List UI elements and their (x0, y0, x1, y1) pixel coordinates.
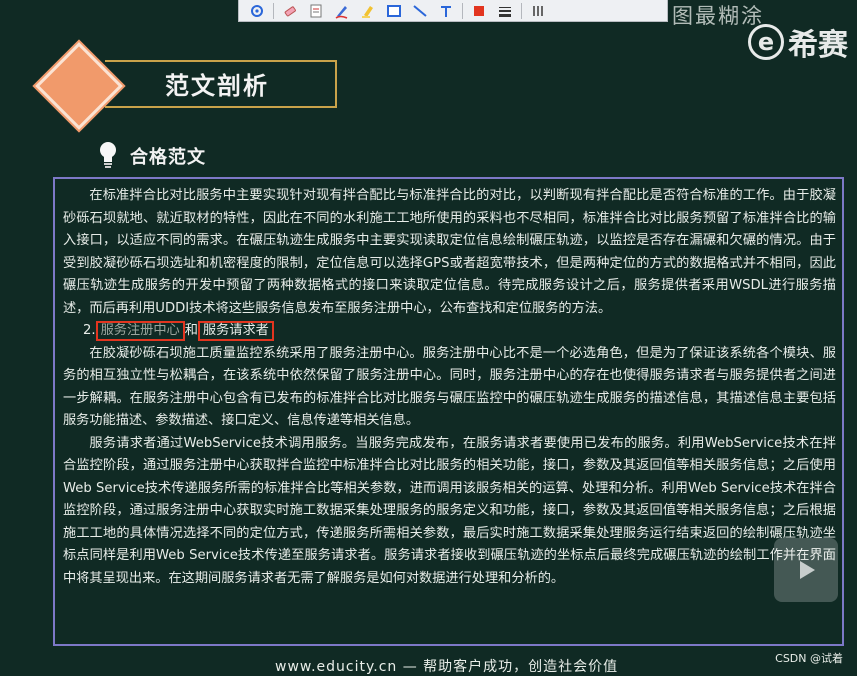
line-width-icon[interactable] (495, 2, 515, 20)
footer-slogan: www.educity.cn — 帮助客户成功，创造社会价值 (275, 659, 619, 675)
pointer-tool-icon[interactable] (247, 2, 267, 20)
paragraph-2: 在胶凝砂砾石坝施工质量监控系统采用了服务注册中心。服务注册中心比不是一个必选角色… (63, 345, 836, 429)
watermark: CSDN @试着 (775, 652, 843, 665)
play-icon (800, 561, 815, 579)
sub-title: 合格范文 (130, 147, 206, 168)
section-title: 范文剖析 (165, 72, 269, 100)
color-red-swatch[interactable] (469, 2, 489, 20)
toolbar-divider (273, 2, 274, 19)
heading-number: 2. (83, 323, 96, 338)
rectangle-tool-icon[interactable] (384, 2, 404, 20)
highlighter-tool-icon[interactable] (358, 2, 378, 20)
section-heading: 2. 服务注册中心 和 服务请求者 (63, 320, 836, 343)
more-tool-icon[interactable] (528, 2, 548, 20)
lightbulb-icon (100, 142, 116, 168)
text-tool-icon[interactable] (436, 2, 456, 20)
brand-name: 希赛 (788, 28, 848, 63)
highlight-service-registry: 服务注册中心 (95, 321, 185, 342)
paragraph-3: 服务请求者通过WebService技术调用服务。当服务完成发布，在服务请求者要使… (63, 435, 836, 586)
paragraph-1: 在标准拌合比对比服务中主要实现针对现有拌合配比与标准拌合比的对比，以判断现有拌合… (63, 188, 836, 316)
heading-and: 和 (184, 323, 198, 338)
highlight-service-requester: 服务请求者 (197, 321, 274, 342)
pen-tool-icon[interactable] (332, 2, 352, 20)
play-button[interactable] (774, 538, 838, 602)
eraser-tool-icon[interactable] (280, 2, 300, 20)
stamp-tool-icon[interactable] (306, 2, 326, 20)
toolbar-divider (462, 2, 463, 19)
essay-content-box: 在标准拌合比对比服务中主要实现针对现有拌合配比与标准拌合比的对比，以判断现有拌合… (53, 177, 844, 646)
annotation-toolbar (238, 0, 668, 22)
line-tool-icon[interactable] (410, 2, 430, 20)
brand-e-icon: e (748, 24, 784, 60)
brand-logo: e 希赛 (748, 20, 848, 64)
toolbar-divider (521, 2, 522, 19)
